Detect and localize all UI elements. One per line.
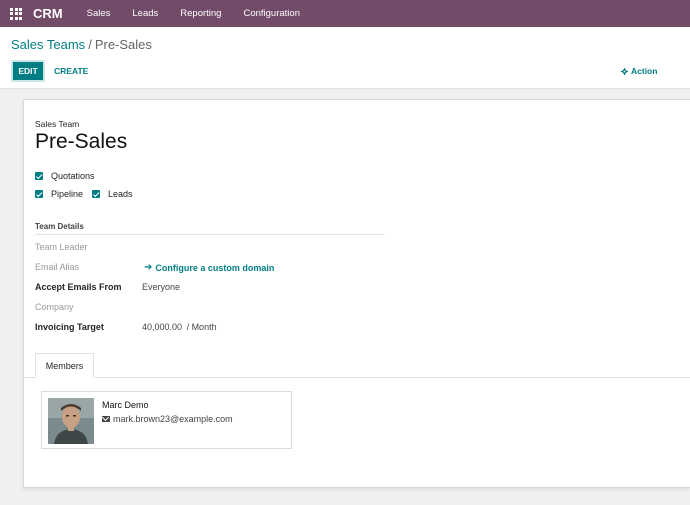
app-brand[interactable]: CRM — [33, 6, 63, 21]
top-navbar: CRM Sales Leads Reporting Configuration — [0, 0, 690, 27]
invoicing-target-unit: / Month — [186, 322, 217, 332]
apps-menu-icon[interactable] — [10, 7, 22, 20]
accept-emails-value: Everyone — [142, 282, 181, 292]
invoicing-target-value: 40,000.00 / Month — [142, 322, 217, 332]
action-menu-button[interactable]: Action — [621, 66, 657, 76]
quotations-label: Quotations — [51, 171, 95, 181]
create-button[interactable]: CREATE — [54, 66, 88, 76]
quotations-checkbox-row[interactable]: Quotations — [35, 171, 95, 181]
invoicing-target-label: Invoicing Target — [35, 322, 104, 332]
envelope-icon — [102, 416, 110, 422]
breadcrumb-parent-link[interactable]: Sales Teams — [11, 37, 85, 52]
member-name: Marc Demo — [102, 400, 149, 410]
breadcrumb: Sales Teams / Pre-Sales — [11, 37, 152, 52]
team-name-title: Pre-Sales — [35, 130, 128, 153]
pipeline-checkbox[interactable] — [35, 190, 43, 198]
tab-divider — [24, 377, 690, 378]
control-panel: Sales Teams / Pre-Sales EDIT CREATE Action — [0, 27, 690, 89]
pipeline-checkbox-row[interactable]: Pipeline — [35, 189, 83, 199]
configure-domain-link[interactable]: ➔ Configure a custom domain — [144, 262, 274, 273]
member-email[interactable]: mark.brown23@example.com — [102, 414, 233, 424]
email-alias-label: Email Alias — [35, 262, 80, 272]
leads-checkbox[interactable] — [92, 190, 100, 198]
team-name-label: Sales Team — [35, 119, 80, 129]
avatar-image — [48, 398, 94, 444]
breadcrumb-separator: / — [88, 37, 92, 52]
breadcrumb-current: Pre-Sales — [94, 37, 152, 52]
nav-item-reporting[interactable]: Reporting — [180, 8, 221, 19]
tab-members[interactable]: Members — [35, 353, 94, 378]
gear-icon — [621, 67, 628, 75]
team-leader-label: Team Leader — [35, 242, 88, 252]
edit-button[interactable]: EDIT — [11, 60, 45, 82]
action-label: Action — [631, 66, 658, 76]
avatar — [48, 398, 94, 444]
pipeline-label: Pipeline — [51, 189, 84, 199]
accept-emails-label: Accept Emails From — [35, 282, 122, 292]
member-email-text: mark.brown23@example.com — [113, 414, 233, 424]
form-sheet: Sales Team Pre-Sales Quotations Pipeline… — [23, 99, 690, 488]
nav-item-configuration[interactable]: Configuration — [243, 8, 300, 19]
section-divider — [35, 234, 385, 235]
arrow-right-icon: ➔ — [144, 262, 153, 273]
invoicing-target-amount: 40,000.00 — [142, 322, 183, 332]
leads-checkbox-row[interactable]: Leads — [92, 189, 133, 199]
company-label: Company — [35, 302, 74, 312]
leads-label: Leads — [108, 189, 133, 199]
nav-item-leads[interactable]: Leads — [132, 8, 158, 19]
quotations-checkbox[interactable] — [35, 172, 43, 180]
configure-domain-label: Configure a custom domain — [155, 262, 275, 273]
nav-item-sales[interactable]: Sales — [87, 8, 111, 19]
member-card[interactable]: Marc Demo mark.brown23@example.com — [41, 391, 292, 449]
team-details-section-title: Team Details — [35, 222, 84, 231]
